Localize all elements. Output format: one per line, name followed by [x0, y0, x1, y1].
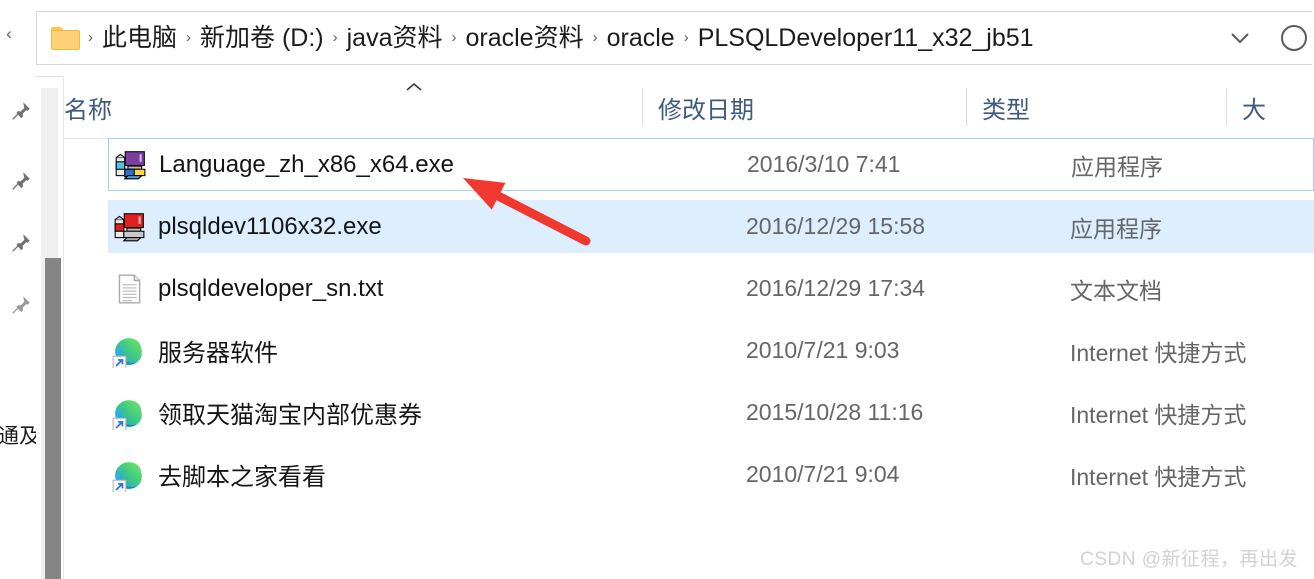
file-name-cell[interactable]: 去脚本之家看看 — [112, 457, 702, 492]
installer-purple-icon — [113, 148, 147, 182]
file-type-cell: Internet 快捷方式 — [1070, 463, 1247, 490]
file-date-cell: 2010/7/21 9:03 — [746, 337, 900, 363]
column-header-3[interactable]: 大 — [1242, 76, 1302, 138]
file-name-label: Language_zh_x86_x64.exe — [159, 150, 454, 178]
breadcrumb-bar[interactable]: › 此电脑 › 新加卷 (D:) › java资料 › oracle资料 › oracle › PLS… — [36, 11, 1312, 65]
column-resize-handle[interactable] — [1226, 88, 1227, 126]
column-header-label: 名称 — [64, 96, 112, 124]
file-date-cell: 2016/12/29 15:58 — [746, 213, 926, 239]
file-name-cell[interactable]: plsqldeveloper_sn.txt — [112, 272, 702, 306]
edge-shortcut-icon — [112, 458, 146, 492]
vertical-scrollbar-thumb[interactable] — [45, 258, 61, 579]
file-date-cell: 2016/3/10 7:41 — [747, 151, 901, 177]
column-header-row: 名称 修改日期 类型 大 — [64, 76, 1314, 139]
file-name-cell[interactable]: 领取天猫淘宝内部优惠券 — [112, 395, 702, 430]
file-date-cell: 2015/10/28 11:16 — [746, 399, 924, 425]
column-header-1[interactable]: 修改日期 — [658, 76, 982, 138]
file-name-label: 去脚本之家看看 — [158, 464, 326, 491]
breadcrumb-separator: › — [683, 29, 689, 46]
address-bar: ‹ › 此电脑 › 新加卷 (D:) › java资料 › oracle资料 › oracle › P… — [0, 0, 1314, 77]
file-rows: Language_zh_x86_x64.exe 2016/3/10 7:41 应用程… — [64, 138, 1314, 579]
breadcrumb-item-4[interactable]: oracle — [601, 19, 681, 57]
column-header-0[interactable]: 名称 — [64, 76, 658, 138]
breadcrumb-item-1[interactable]: 新加卷 (D:) — [194, 19, 330, 57]
breadcrumb-separator: › — [451, 29, 457, 46]
table-row[interactable]: 服务器软件 2010/7/21 9:03 Internet 快捷方式 — [108, 324, 1314, 377]
file-name-cell[interactable]: plsqldev1106x32.exe — [112, 210, 702, 244]
table-row[interactable]: Language_zh_x86_x64.exe 2016/3/10 7:41 应用程… — [108, 138, 1314, 191]
file-date-cell: 2016/12/29 17:34 — [746, 275, 926, 301]
edge-shortcut-icon — [112, 396, 146, 430]
breadcrumb-separator: › — [186, 29, 192, 46]
file-date-cell: 2010/7/21 9:04 — [746, 461, 900, 487]
column-header-2[interactable]: 类型 — [982, 76, 1234, 138]
breadcrumb-item-0[interactable]: 此电脑 — [96, 19, 183, 57]
installer-red-icon — [112, 210, 146, 244]
column-header-label: 类型 — [982, 96, 1030, 124]
file-name-label: plsqldev1106x32.exe — [158, 212, 382, 240]
file-type-cell: 应用程序 — [1070, 215, 1162, 242]
pin-icon[interactable] — [10, 100, 32, 122]
quick-access-rail: 通及设 — [0, 76, 36, 579]
table-row[interactable]: 去脚本之家看看 2010/7/21 9:04 Internet 快捷方式 — [108, 448, 1314, 501]
breadcrumb: › 此电脑 › 新加卷 (D:) › java资料 › oracle资料 › oracle › PLS… — [85, 19, 1312, 57]
pin-icon[interactable] — [10, 232, 32, 254]
file-type-cell: 应用程序 — [1071, 153, 1163, 180]
column-resize-handle[interactable] — [966, 88, 967, 126]
breadcrumb-separator: › — [332, 29, 338, 46]
breadcrumb-separator: › — [592, 29, 598, 46]
table-row[interactable]: plsqldev1106x32.exe 2016/12/29 15:58 应用程序 — [108, 200, 1314, 253]
edge-shortcut-icon — [112, 334, 146, 368]
file-name-cell[interactable]: 服务器软件 — [112, 333, 702, 368]
refresh-icon[interactable] — [1274, 12, 1312, 64]
back-button[interactable]: ‹ — [0, 24, 18, 44]
file-name-label: 领取天猫淘宝内部优惠券 — [158, 402, 422, 429]
column-header-label: 修改日期 — [658, 96, 754, 124]
chevron-down-icon[interactable] — [1220, 12, 1260, 64]
folder-icon — [51, 26, 81, 50]
breadcrumb-item-2[interactable]: java资料 — [341, 19, 449, 57]
pin-icon[interactable] — [10, 294, 32, 316]
text-document-icon — [112, 272, 146, 306]
breadcrumb-item-3[interactable]: oracle资料 — [460, 19, 590, 57]
table-row[interactable]: plsqldeveloper_sn.txt 2016/12/29 17:34 文本文… — [108, 262, 1314, 315]
file-name-label: plsqldeveloper_sn.txt — [158, 274, 384, 302]
file-list-panel: 名称 修改日期 类型 大 Language_zh_x86_x64.exe 2016/3/… — [64, 76, 1314, 579]
rail-clipped-label: 通及设 — [0, 425, 36, 448]
file-type-cell: Internet 快捷方式 — [1070, 339, 1247, 366]
table-row[interactable]: 领取天猫淘宝内部优惠券 2015/10/28 11:16 Internet 快捷方式 — [108, 386, 1314, 439]
file-type-cell: Internet 快捷方式 — [1070, 401, 1247, 428]
breadcrumb-item-5[interactable]: PLSQLDeveloper11_x32_jb51 — [692, 19, 1040, 57]
watermark: CSDN @新征程，再出发 — [1080, 549, 1298, 570]
file-name-cell[interactable]: Language_zh_x86_x64.exe — [113, 148, 703, 182]
file-type-cell: 文本文档 — [1070, 277, 1162, 304]
file-name-label: 服务器软件 — [158, 340, 278, 367]
column-header-label: 大 — [1242, 96, 1266, 124]
pin-icon[interactable] — [10, 170, 32, 192]
column-resize-handle[interactable] — [642, 88, 643, 126]
breadcrumb-separator: › — [88, 29, 93, 46]
